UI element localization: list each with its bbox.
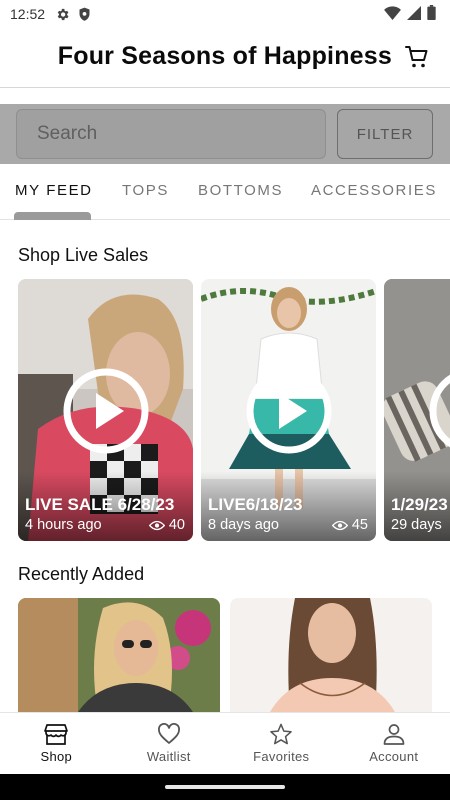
app-screen: 12:52 Four Seasons of Happiness Search F…: [0, 0, 450, 800]
live-sale-age: 29 days: [391, 517, 442, 533]
nav-account-label: Account: [369, 749, 419, 764]
tab-my-feed[interactable]: MY FEED: [15, 182, 93, 199]
live-sales-carousel[interactable]: LIVE SALE 6/28/23 4 hours ago 40 LIVE6/1…: [18, 279, 450, 541]
wifi-icon: [384, 5, 401, 23]
product-image: [18, 598, 220, 712]
play-icon[interactable]: [428, 367, 450, 455]
eye-icon: [148, 520, 165, 530]
play-icon[interactable]: [245, 367, 333, 455]
live-sale-card[interactable]: 1/29/23 29 days: [384, 279, 450, 541]
play-icon[interactable]: [62, 367, 150, 455]
store-icon: [44, 724, 69, 745]
store-title: Four Seasons of Happiness: [57, 42, 392, 70]
product-image: [230, 598, 432, 712]
active-tab-indicator: [14, 212, 91, 220]
heart-icon: [157, 723, 180, 744]
search-box: [16, 109, 326, 159]
tab-tops[interactable]: TOPS: [122, 182, 169, 199]
live-sale-card[interactable]: LIVE6/18/23 8 days ago 45: [201, 279, 376, 541]
nav-account[interactable]: Account: [338, 713, 450, 774]
tab-accessories[interactable]: ACCESSORIES: [311, 182, 437, 199]
nav-waitlist-label: Waitlist: [146, 749, 191, 764]
nav-favorites-label: Favorites: [253, 749, 310, 764]
search-input[interactable]: [17, 110, 325, 158]
live-sale-card[interactable]: LIVE SALE 6/28/23 4 hours ago 40: [18, 279, 193, 541]
recently-added-list[interactable]: [18, 598, 450, 712]
system-navigation-bar: [0, 774, 450, 800]
view-count-value: 45: [351, 517, 368, 533]
live-sale-age: 8 days ago: [208, 517, 279, 533]
live-sale-age: 4 hours ago: [25, 517, 102, 533]
nav-shop-label: Shop: [40, 749, 73, 764]
nav-waitlist[interactable]: Waitlist: [113, 713, 226, 774]
live-sale-title: LIVE SALE 6/28/23: [25, 495, 175, 514]
view-count: 40: [148, 517, 185, 533]
live-sales-heading: Shop Live Sales: [18, 245, 149, 265]
status-time: 12:52: [10, 6, 46, 22]
view-count: 45: [331, 517, 368, 533]
live-sale-title: 1/29/23: [391, 495, 448, 514]
status-bar: 12:52: [0, 0, 450, 28]
shield-icon: [78, 7, 91, 22]
cart-icon[interactable]: [404, 44, 430, 75]
filter-button[interactable]: FILTER: [337, 109, 433, 159]
star-icon: [270, 723, 293, 745]
app-header: Four Seasons of Happiness: [0, 28, 450, 88]
signal-icon: [407, 5, 421, 23]
eye-icon: [331, 520, 348, 530]
bottom-navigation: Shop Waitlist Favorites Account: [0, 712, 450, 774]
search-band: FILTER: [0, 104, 450, 164]
category-tabs: MY FEED TOPS BOTTOMS ACCESSORIES: [0, 164, 450, 220]
view-count-value: 40: [168, 517, 185, 533]
product-card[interactable]: [18, 598, 220, 712]
product-card[interactable]: [230, 598, 432, 712]
settings-gear-icon: [55, 7, 70, 22]
nav-shop[interactable]: Shop: [0, 713, 113, 774]
battery-icon: [427, 5, 436, 23]
tab-bottoms[interactable]: BOTTOMS: [198, 182, 283, 199]
live-sale-title: LIVE6/18/23: [208, 495, 303, 514]
person-icon: [383, 724, 405, 745]
home-gesture-handle[interactable]: [165, 785, 285, 789]
nav-favorites[interactable]: Favorites: [225, 713, 338, 774]
recently-added-heading: Recently Added: [18, 564, 145, 584]
status-right-icons: [384, 5, 436, 23]
